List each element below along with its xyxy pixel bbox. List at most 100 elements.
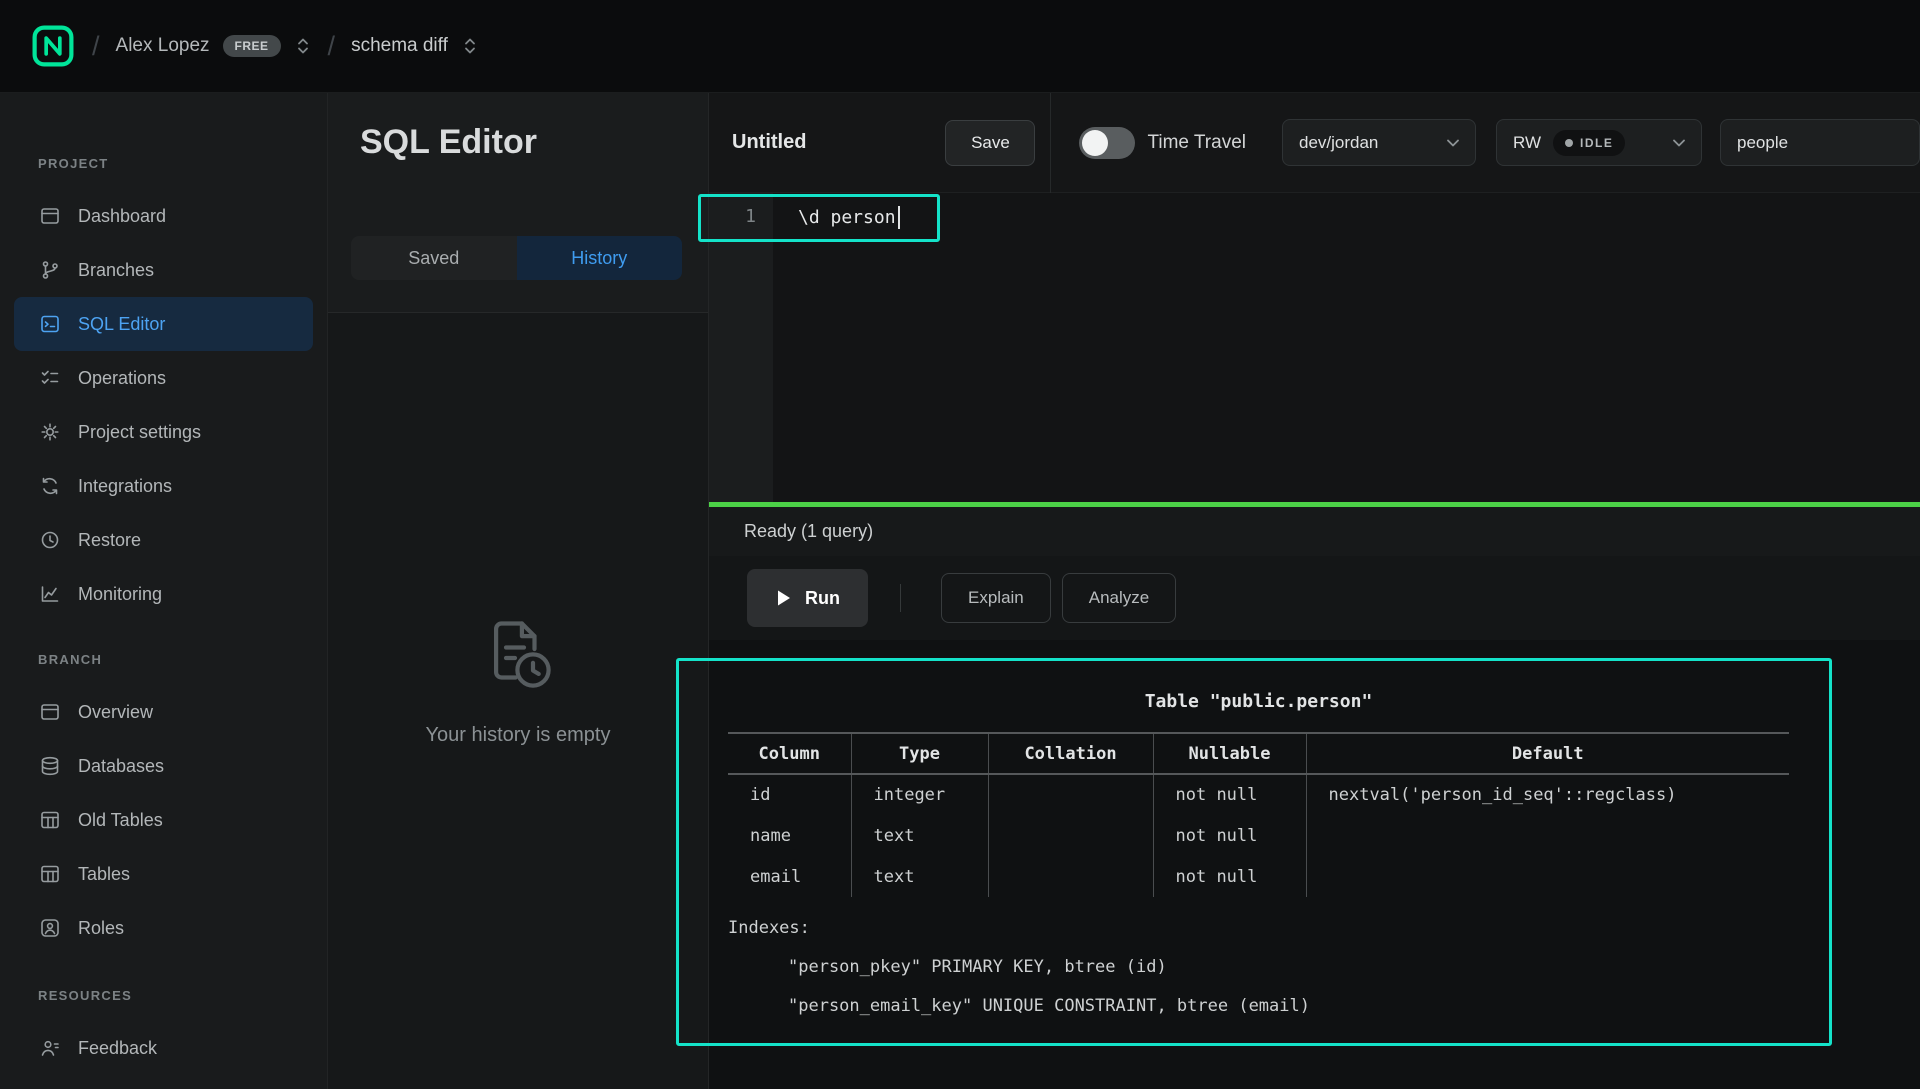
column-header: Nullable bbox=[1153, 733, 1306, 774]
analyze-button[interactable]: Analyze bbox=[1062, 573, 1176, 623]
cell: text bbox=[851, 856, 988, 897]
database-select[interactable]: people bbox=[1720, 119, 1920, 166]
query-title: Untitled bbox=[732, 131, 806, 154]
cell: not null bbox=[1153, 774, 1306, 815]
table-row: email text not null bbox=[728, 856, 1789, 897]
gear-icon bbox=[38, 420, 62, 444]
compute-status-badge: IDLE bbox=[1553, 130, 1625, 156]
branches-icon bbox=[38, 258, 62, 282]
column-header: Type bbox=[851, 733, 988, 774]
run-button[interactable]: Run bbox=[747, 569, 868, 627]
query-header: Untitled Save Time Travel dev/jordan RW bbox=[709, 93, 1920, 193]
toolbar-divider bbox=[900, 584, 901, 612]
column-header: Collation bbox=[988, 733, 1153, 774]
sidebar-item-old-tables[interactable]: Old Tables bbox=[0, 793, 327, 847]
sidebar-item-tables[interactable]: Tables bbox=[0, 847, 327, 901]
feedback-icon bbox=[38, 1036, 62, 1060]
cell: not null bbox=[1153, 856, 1306, 897]
main-editor-area: Untitled Save Time Travel dev/jordan RW bbox=[708, 93, 1920, 1089]
sidebar-item-restore[interactable]: Restore bbox=[0, 513, 327, 567]
results-header-row: Column Type Collation Nullable Default bbox=[728, 733, 1789, 774]
history-list: Your history is empty bbox=[328, 313, 708, 1089]
empty-history-label: Your history is empty bbox=[426, 724, 611, 747]
breadcrumb-separator: / bbox=[328, 31, 336, 62]
tab-saved[interactable]: Saved bbox=[351, 236, 517, 280]
breadcrumb-separator: / bbox=[92, 31, 100, 62]
sidebar-item-project-settings[interactable]: Project settings bbox=[0, 405, 327, 459]
dashboard-icon bbox=[38, 204, 62, 228]
branch-select[interactable]: dev/jordan bbox=[1282, 119, 1476, 166]
time-travel-label: Time Travel bbox=[1147, 132, 1246, 154]
idle-status-dot-icon bbox=[1565, 139, 1573, 147]
header-divider bbox=[1050, 93, 1051, 193]
neon-logo-icon[interactable] bbox=[30, 23, 76, 69]
sidebar-item-databases[interactable]: Databases bbox=[0, 739, 327, 793]
editor-gutter: 1 bbox=[709, 193, 773, 502]
code-input-area[interactable]: \d person bbox=[773, 193, 1920, 502]
app-root: / Alex Lopez FREE / schema diff PROJECT bbox=[0, 0, 1920, 1089]
sidebar-item-branches[interactable]: Branches bbox=[0, 243, 327, 297]
topbar: / Alex Lopez FREE / schema diff bbox=[0, 0, 1920, 93]
operations-icon bbox=[38, 366, 62, 390]
cell bbox=[988, 774, 1153, 815]
sidebar-item-sql-editor[interactable]: SQL Editor bbox=[14, 297, 313, 351]
restore-clock-icon bbox=[38, 528, 62, 552]
chevron-down-icon bbox=[1447, 139, 1459, 147]
cell: not null bbox=[1153, 815, 1306, 856]
sidebar-section-resources: RESOURCES bbox=[0, 981, 327, 1011]
compute-select[interactable]: RW IDLE bbox=[1496, 119, 1702, 166]
sidebar-item-operations[interactable]: Operations bbox=[0, 351, 327, 405]
code-text: \d person bbox=[798, 207, 896, 228]
index-entry: "person_pkey" PRIMARY KEY, btree (id) bbox=[728, 948, 1789, 987]
sidebar-item-integrations[interactable]: Integrations bbox=[0, 459, 327, 513]
results-output: Table "public.person" Column Type Collat… bbox=[728, 688, 1789, 1026]
toggle-knob bbox=[1082, 130, 1108, 156]
cell bbox=[988, 815, 1153, 856]
results-panel: Table "public.person" Column Type Collat… bbox=[709, 640, 1920, 1089]
query-toolbar: Run Explain Analyze bbox=[709, 556, 1920, 640]
play-icon bbox=[775, 589, 792, 607]
indexes-label: Indexes: bbox=[728, 909, 1789, 948]
database-icon bbox=[38, 754, 62, 778]
table-row: id integer not null nextval('person_id_s… bbox=[728, 774, 1789, 815]
results-table-title: Table "public.person" bbox=[728, 688, 1789, 716]
index-entry: "person_email_key" UNIQUE CONSTRAINT, bt… bbox=[728, 987, 1789, 1026]
cell bbox=[1306, 856, 1789, 897]
line-number: 1 bbox=[709, 193, 773, 241]
overview-icon bbox=[38, 700, 62, 724]
plan-badge: FREE bbox=[223, 35, 281, 57]
cell: id bbox=[728, 774, 851, 815]
cell: nextval('person_id_seq'::regclass) bbox=[1306, 774, 1789, 815]
empty-history-document-clock-icon bbox=[476, 613, 560, 702]
shell: PROJECT Dashboard Branches SQL Editor bbox=[0, 93, 1920, 1089]
sidebar-item-overview[interactable]: Overview bbox=[0, 685, 327, 739]
roles-icon bbox=[38, 916, 62, 940]
branch-select-value: dev/jordan bbox=[1299, 133, 1378, 153]
sidebar-item-monitoring[interactable]: Monitoring bbox=[0, 567, 327, 621]
saved-history-tabs: Saved History bbox=[351, 236, 682, 280]
project-name: schema diff bbox=[351, 35, 448, 57]
table-icon bbox=[38, 862, 62, 886]
page-title: SQL Editor bbox=[328, 93, 708, 167]
sidebar-item-dashboard[interactable]: Dashboard bbox=[0, 189, 327, 243]
breadcrumb-org: Alex Lopez FREE bbox=[116, 33, 312, 59]
cell: integer bbox=[851, 774, 988, 815]
time-travel-toggle[interactable] bbox=[1079, 127, 1135, 159]
code-line-1: \d person bbox=[773, 193, 1920, 241]
explain-button[interactable]: Explain bbox=[941, 573, 1051, 623]
column-header: Default bbox=[1306, 733, 1789, 774]
compute-mode: RW bbox=[1513, 133, 1541, 153]
sidebar-item-feedback[interactable]: Feedback bbox=[0, 1021, 327, 1075]
sql-code-editor: 1 \d person bbox=[709, 193, 1920, 502]
sidebar-item-roles[interactable]: Roles bbox=[0, 901, 327, 955]
text-cursor bbox=[898, 206, 900, 229]
org-name: Alex Lopez bbox=[116, 35, 210, 57]
project-switcher-chevrons-icon[interactable] bbox=[461, 33, 479, 59]
monitoring-chart-icon bbox=[38, 582, 62, 606]
compute-status-text: IDLE bbox=[1580, 136, 1613, 150]
sidebar-section-branch: BRANCH bbox=[0, 645, 327, 675]
save-button[interactable]: Save bbox=[945, 120, 1035, 166]
tab-history[interactable]: History bbox=[517, 236, 683, 280]
database-select-value: people bbox=[1737, 133, 1788, 153]
org-switcher-chevrons-icon[interactable] bbox=[294, 33, 312, 59]
